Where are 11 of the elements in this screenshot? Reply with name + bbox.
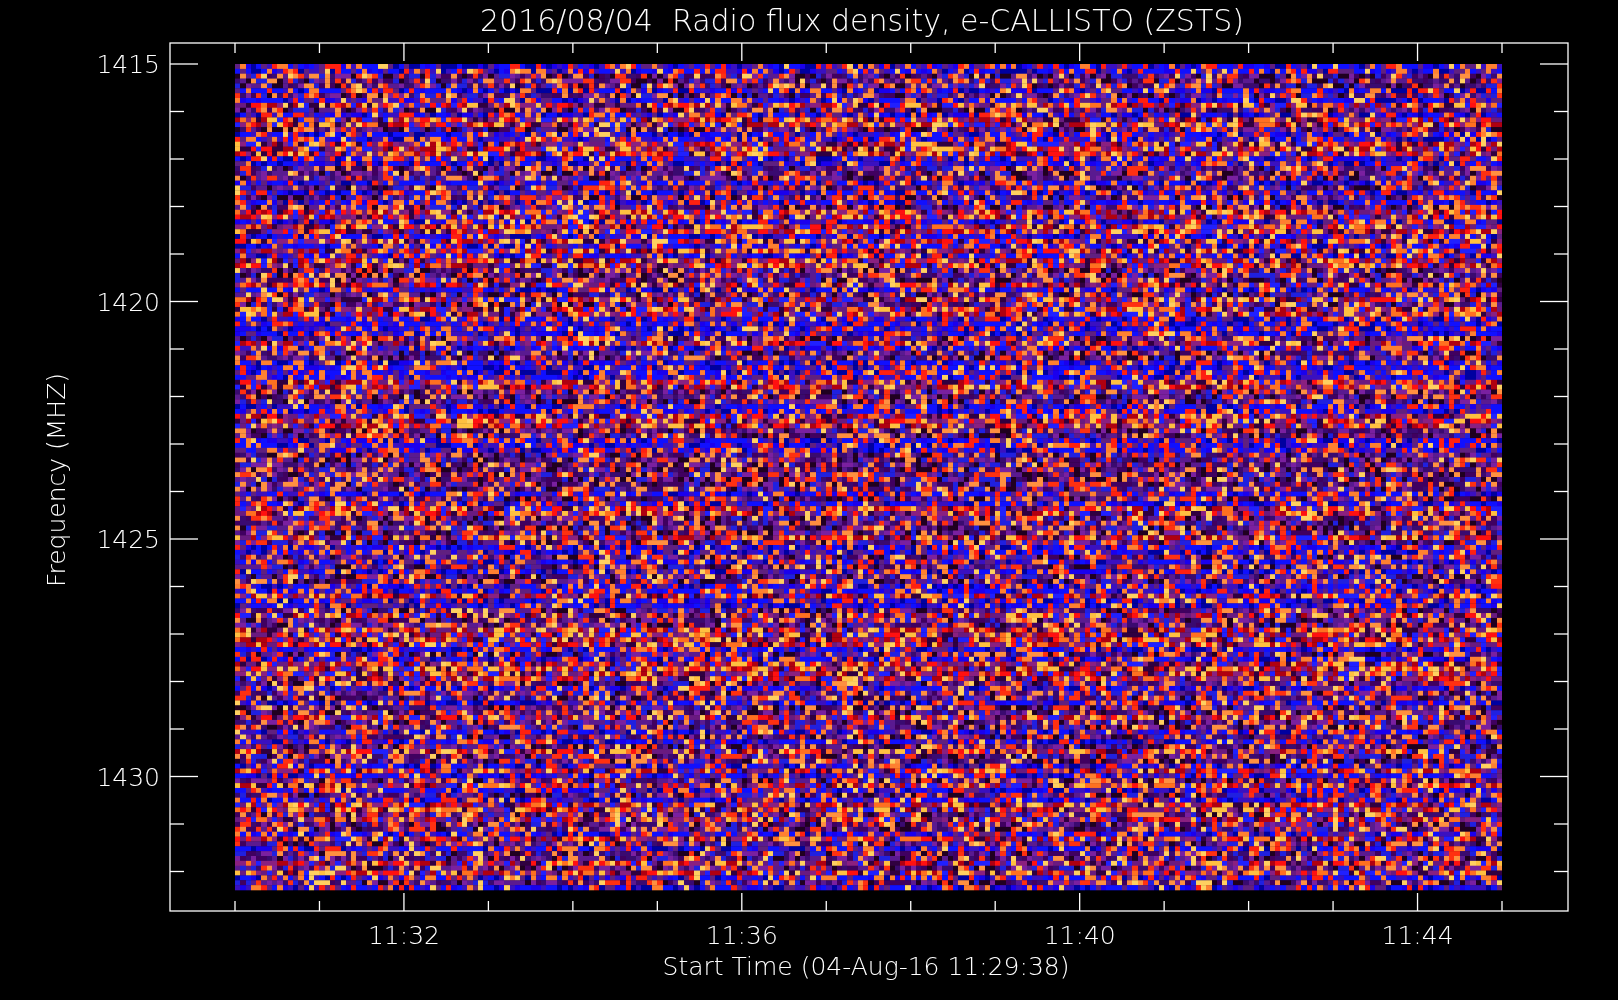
y-tick-label: 1430 (96, 762, 160, 792)
x-tick-label: 11:44 (1381, 921, 1454, 950)
x-tick-label: 11:32 (367, 921, 440, 950)
y-axis-label: Frequency (MHZ) (42, 372, 71, 588)
y-tick-label: 1415 (96, 50, 160, 79)
y-tick-label: 1425 (96, 525, 160, 554)
x-tick-label: 11:36 (705, 921, 778, 950)
y-tick-label: 1420 (96, 287, 160, 317)
chart-title: 2016/08/04 Radio flux density, e-CALLISTO (ZSTS) (480, 3, 1244, 38)
x-tick-label: 11:40 (1043, 921, 1116, 950)
x-axis-label: Start Time (04-Aug-16 11:29:38) (662, 952, 1070, 981)
